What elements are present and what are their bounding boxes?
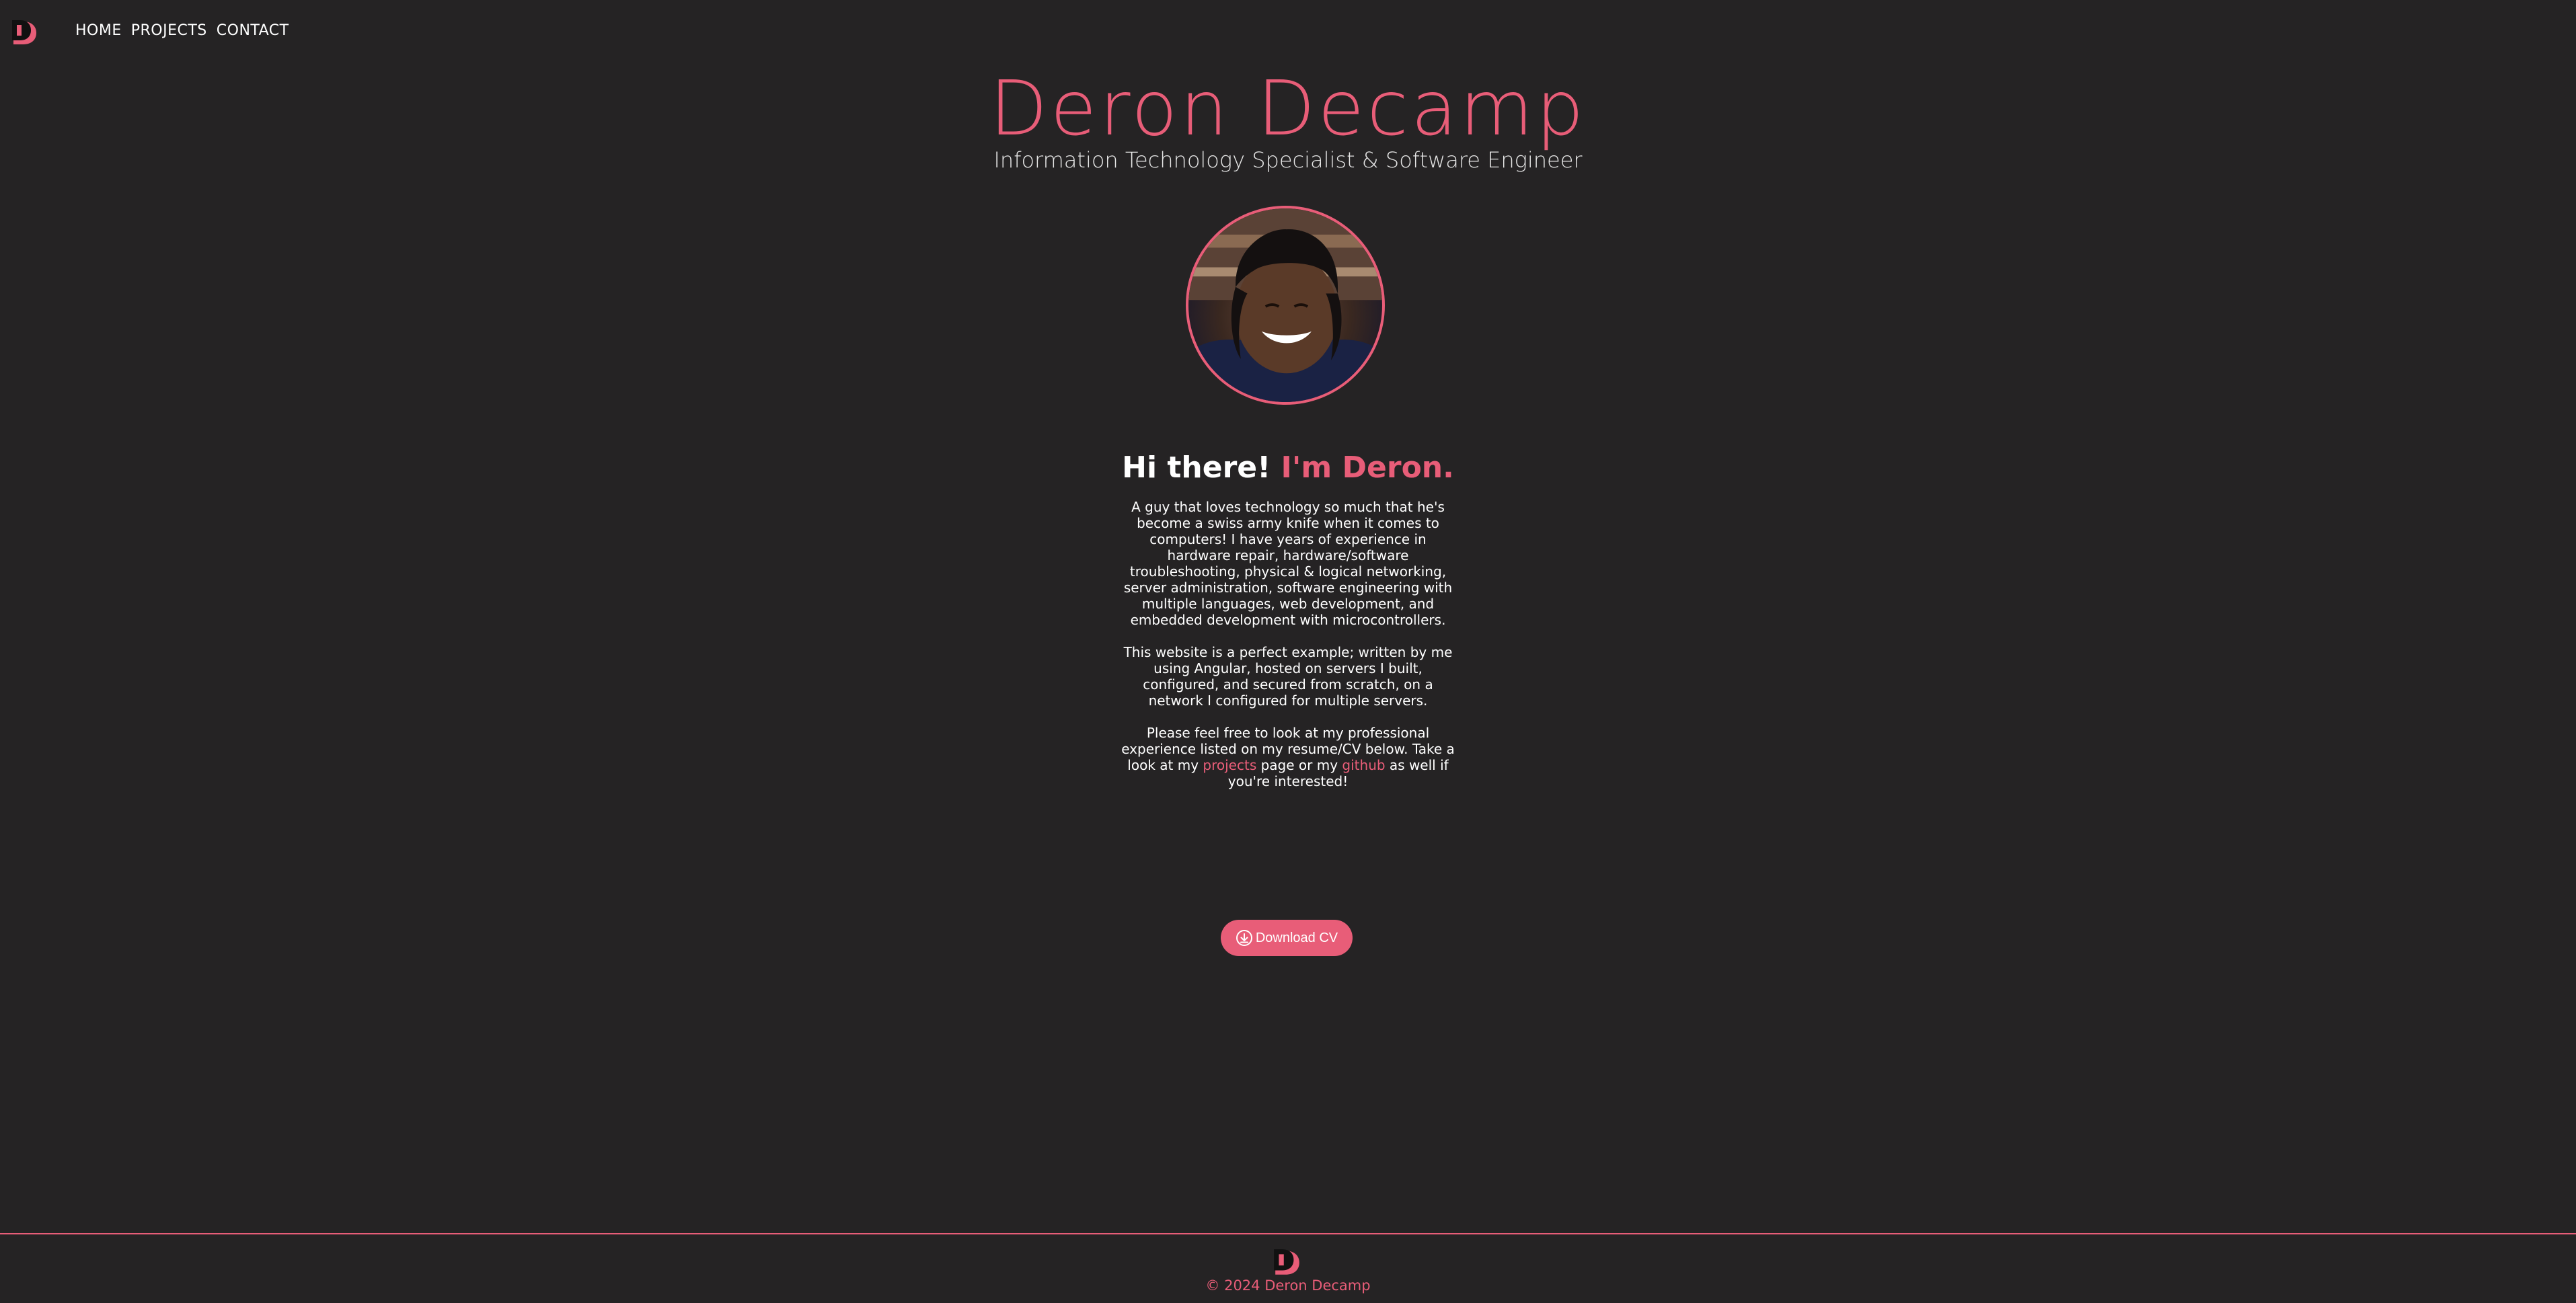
profile-photo bbox=[1186, 206, 1385, 405]
footer-divider bbox=[0, 1233, 2576, 1234]
download-cv-label: Download CV bbox=[1255, 930, 1338, 945]
about-paragraph-2: This website is a perfect example; writt… bbox=[1123, 644, 1453, 709]
profile-photo-illustration bbox=[1188, 208, 1382, 402]
greeting-name: I'm Deron. bbox=[1281, 450, 1454, 485]
download-cv-button[interactable]: Download CV bbox=[1221, 920, 1353, 956]
nav-contact-link[interactable]: CONTACT bbox=[217, 22, 289, 39]
about-paragraph-3: Please feel free to look at my professio… bbox=[1119, 725, 1457, 789]
greeting-heading: Hi there! I'm Deron. bbox=[0, 449, 2576, 487]
nav-home-link[interactable]: HOME bbox=[75, 22, 122, 39]
about-paragraph-3-mid: page or my bbox=[1256, 757, 1342, 773]
greeting-prefix: Hi there! bbox=[1122, 450, 1271, 485]
dd-monogram-icon[interactable] bbox=[11, 19, 39, 47]
github-link[interactable]: github bbox=[1342, 757, 1385, 773]
footer-dd-monogram-icon bbox=[1274, 1249, 1299, 1275]
nav-links: HOME PROJECTS CONTACT bbox=[75, 22, 289, 39]
about-section: A guy that loves technology so much that… bbox=[1119, 499, 1457, 805]
page-subtitle: Information Technology Specialist & Soft… bbox=[993, 147, 1583, 173]
page-title: Deron Decamp bbox=[989, 65, 1587, 153]
footer-copyright: © 2024 Deron Decamp bbox=[1205, 1277, 1371, 1294]
download-circle-icon bbox=[1236, 930, 1252, 946]
projects-link[interactable]: projects bbox=[1203, 757, 1256, 773]
top-navbar: HOME PROJECTS CONTACT bbox=[0, 0, 2576, 65]
nav-projects-link[interactable]: PROJECTS bbox=[131, 22, 207, 39]
about-paragraph-1: A guy that loves technology so much that… bbox=[1123, 499, 1453, 628]
